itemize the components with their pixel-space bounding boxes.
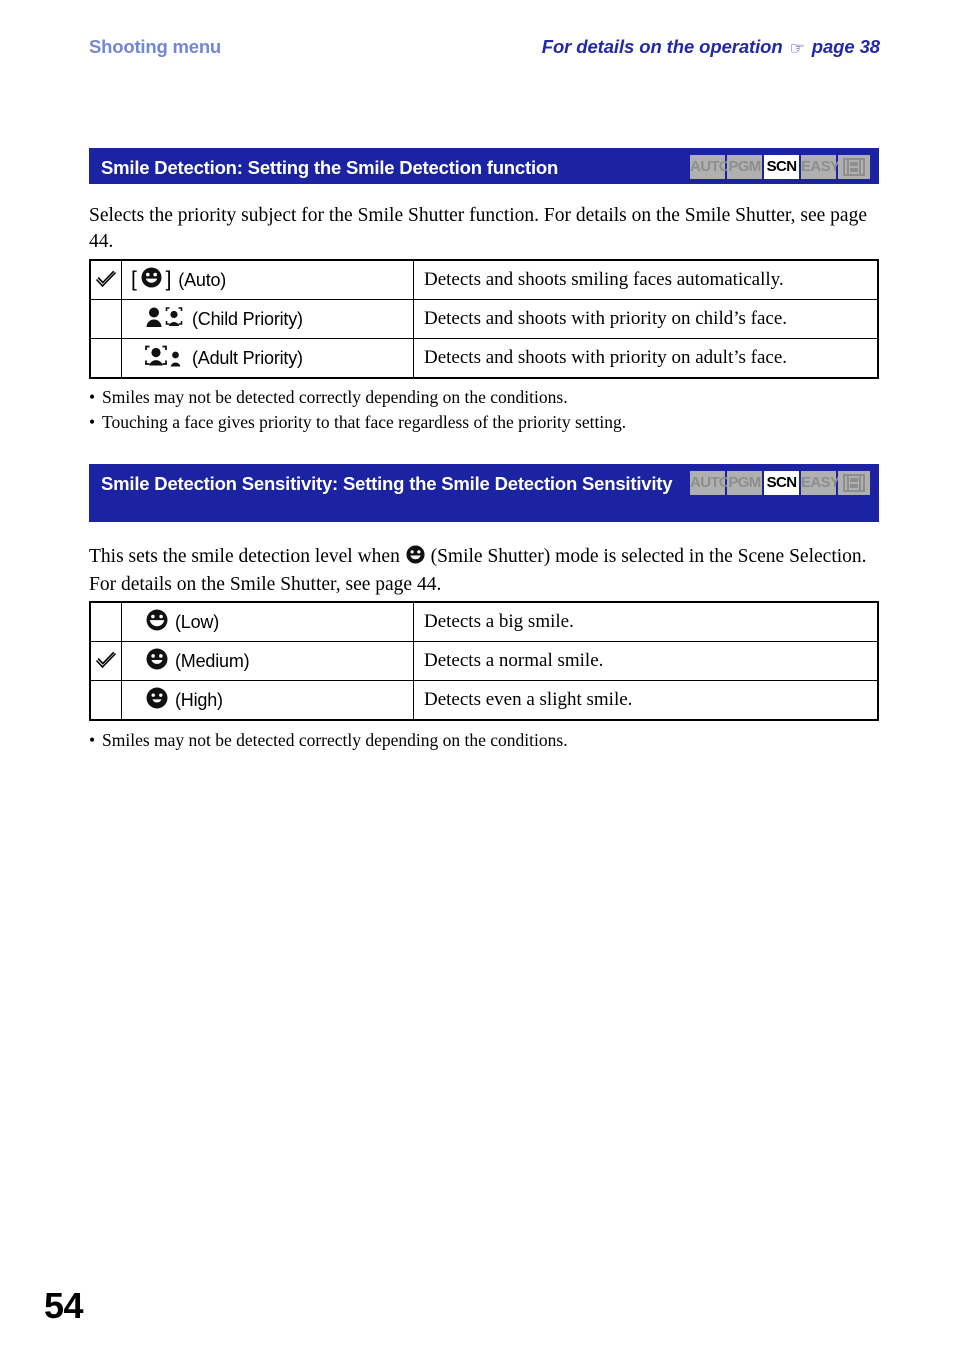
option-description-cell: Detects and shoots with priority on chil…: [413, 299, 879, 339]
table-row: (High) Detects even a slight smile.: [89, 680, 879, 721]
running-head-right-prefix: For details on the operation: [541, 36, 783, 57]
option-label: (High): [175, 689, 223, 710]
default-check-cell: [89, 680, 122, 721]
adult-priority-icon: [145, 345, 185, 372]
option-description-cell: Detects and shoots smiling faces automat…: [413, 259, 879, 300]
smile-big-icon: [146, 609, 168, 636]
note-item: • Smiles may not be detected correctly de…: [89, 728, 889, 753]
smile-slight-icon: [146, 687, 168, 714]
option-description-cell: Detects and shoots with priority on adul…: [413, 338, 879, 379]
mode-badge-pgm: PGM: [727, 471, 762, 495]
mode-badge-easy: EASY: [801, 155, 840, 179]
bracket-open: [: [131, 268, 137, 291]
option-label: (Auto): [178, 269, 227, 290]
section-header-smile-detection: Smile Detection: Setting the Smile Detec…: [89, 148, 879, 184]
note-text: Touching a face gives priority to that f…: [102, 412, 627, 432]
table-row: (Low) Detects a big smile.: [89, 601, 879, 642]
mode-badge-easy: EASY: [801, 471, 840, 495]
option-name-cell: (Medium): [121, 641, 414, 681]
section-header-smile-sensitivity: Smile Detection Sensitivity: Setting the…: [89, 464, 879, 522]
note-text: Smiles may not be detected correctly dep…: [102, 730, 568, 750]
table-row: (Adult Priority) Detects and shoots with…: [89, 338, 879, 379]
option-name-cell: (Low): [121, 601, 414, 642]
running-head-left: Shooting menu: [89, 36, 222, 57]
table-row: (Medium) Detects a normal smile.: [89, 641, 879, 681]
option-name-cell: (High): [121, 680, 414, 721]
bullet-dot: •: [89, 412, 96, 432]
section-title: Smile Detection: Setting the Smile Detec…: [101, 157, 559, 178]
table-row: [ ] (Auto) Detects and shoots smiling fa…: [89, 259, 879, 300]
mode-badge-scn: SCN: [764, 155, 799, 179]
default-check-cell: [89, 338, 122, 379]
option-label: (Medium): [175, 650, 250, 671]
mode-badge-pgm: PGM: [727, 155, 762, 179]
section-1-intro: Selects the priority subject for the Smi…: [89, 205, 867, 252]
checkmark-icon: [91, 271, 121, 289]
section-1-notes: • Smiles may not be detected correctly de…: [89, 385, 889, 435]
section-title: Smile Detection Sensitivity: Setting the…: [101, 473, 673, 494]
mode-badge-group: AUTO PGM SCN EASY: [690, 471, 870, 495]
running-head-right-suffix: page 38: [811, 36, 880, 57]
option-description-cell: Detects a big smile.: [413, 601, 879, 642]
section-2-notes: • Smiles may not be detected correctly de…: [89, 728, 889, 753]
running-head-right: For details on the operation ☞ page 38: [542, 36, 880, 58]
option-description-cell: Detects even a slight smile.: [413, 680, 879, 721]
checkmark-icon: [91, 652, 121, 670]
default-check-cell: [89, 601, 122, 642]
smile-normal-icon: [146, 648, 168, 675]
default-check-cell: [89, 259, 122, 300]
mode-badge-movie: [838, 471, 870, 495]
smile-shutter-icon: [406, 545, 425, 572]
smile-detection-options-table: [ ] (Auto) Detects and shoots smiling fa…: [89, 259, 879, 379]
bracket-close: ]: [165, 268, 172, 291]
section-2-intro-part1: This sets the smile detection level when: [89, 546, 400, 567]
default-check-cell: [89, 299, 122, 339]
running-head: Shooting menu For details on the operati…: [0, 36, 954, 66]
note-text: Smiles may not be detected correctly dep…: [102, 387, 568, 407]
pointing-hand-icon: ☞: [789, 39, 805, 58]
child-priority-icon: [145, 306, 185, 333]
option-label: (Child Priority): [192, 308, 303, 329]
mode-badge-movie: [838, 155, 870, 179]
page-number: 54: [44, 1285, 84, 1326]
mode-badge-auto: AUTO: [690, 155, 730, 179]
mode-badge-scn: SCN: [764, 471, 799, 495]
table-row: (Child Priority) Detects and shoots with…: [89, 299, 879, 339]
smile-bracket-icon: [141, 267, 162, 293]
smile-sensitivity-options-table: (Low) Detects a big smile. (Medium) Dete…: [89, 601, 879, 721]
movie-mode-icon: [843, 474, 865, 492]
option-name-cell: [ ] (Auto): [121, 259, 414, 300]
section-2-intro: This sets the smile detection level when…: [89, 544, 881, 597]
note-item: • Smiles may not be detected correctly de…: [89, 385, 889, 410]
option-name-cell: (Adult Priority): [121, 338, 414, 379]
default-check-cell: [89, 641, 122, 681]
option-name-cell: (Child Priority): [121, 299, 414, 339]
movie-mode-icon: [843, 158, 865, 176]
option-label: (Adult Priority): [192, 347, 303, 368]
option-label: (Low): [175, 611, 220, 632]
bullet-dot: •: [89, 387, 96, 407]
option-description-cell: Detects a normal smile.: [413, 641, 879, 681]
note-item: • Touching a face gives priority to that …: [89, 410, 889, 435]
mode-badge-group: AUTO PGM SCN EASY: [690, 155, 870, 179]
bullet-dot: •: [89, 730, 96, 750]
mode-badge-auto: AUTO: [690, 471, 730, 495]
